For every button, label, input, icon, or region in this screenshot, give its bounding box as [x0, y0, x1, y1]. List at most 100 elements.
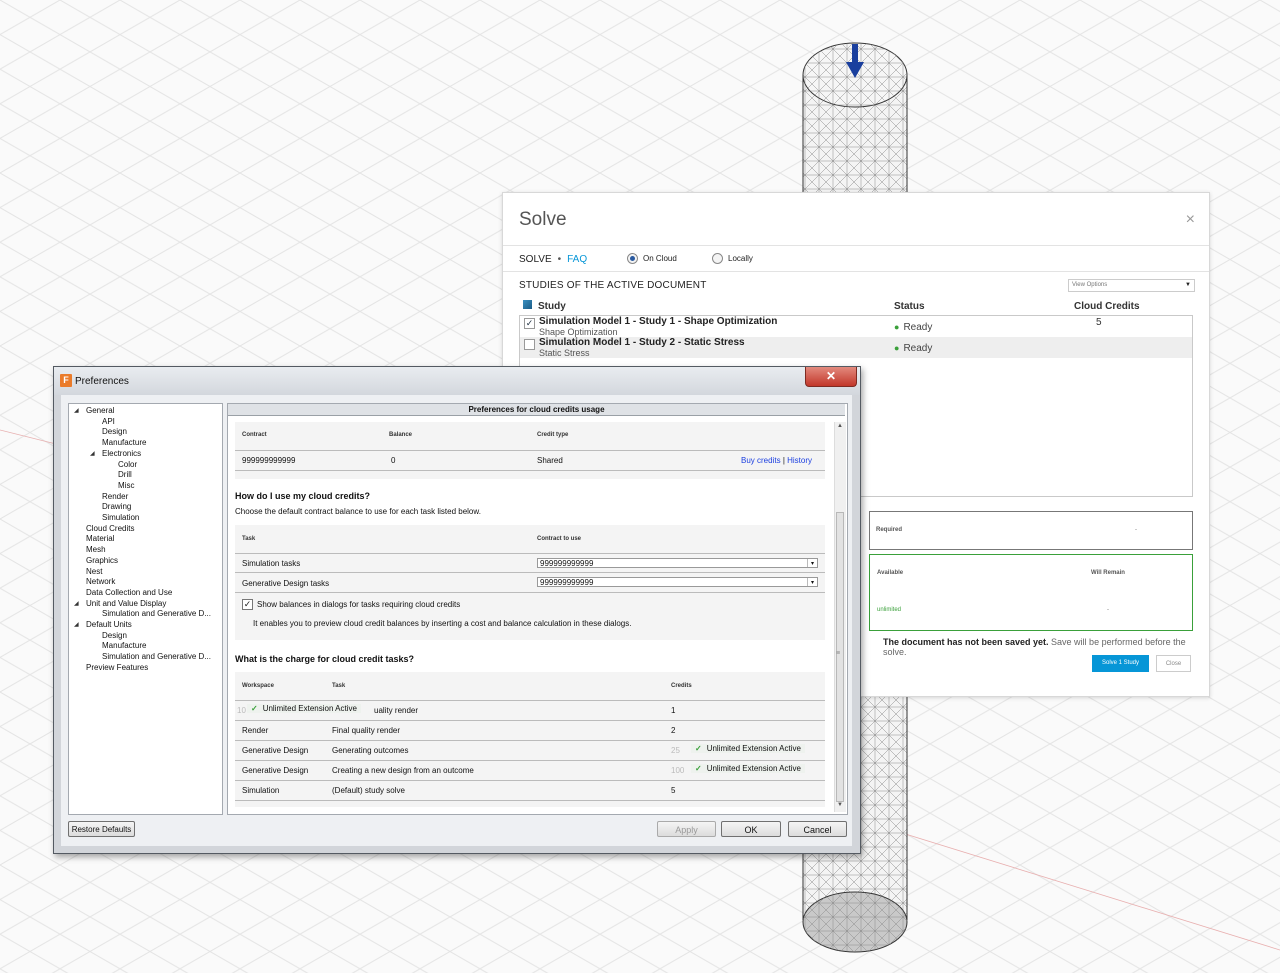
divider	[235, 740, 825, 741]
solve-title: Solve	[519, 209, 567, 230]
tree-item[interactable]: Misc	[118, 481, 134, 491]
scrollbar-thumb[interactable]	[836, 512, 844, 802]
check-icon: ✓	[251, 704, 258, 713]
tree-item[interactable]: Data Collection and Use	[86, 588, 172, 598]
divider	[235, 592, 825, 593]
study-name: Simulation Model 1 - Study 2 - Static St…	[539, 337, 745, 348]
contract-select[interactable]: 999999999999 ▾	[537, 558, 818, 568]
study-credits: 5	[1096, 317, 1102, 328]
radio-locally[interactable]: Locally	[712, 253, 753, 264]
dialog-body: ◢ General API Design Manufacture ◢ Electronics…	[61, 395, 852, 846]
expand-arrow-icon[interactable]: ◢	[90, 450, 95, 457]
charge-heading: What is the charge for cloud credit task…	[235, 654, 415, 664]
available-label: Available	[877, 570, 904, 576]
unlimited-badge: ✓ Unlimited Extension Active	[691, 744, 805, 753]
tree-item[interactable]: API	[102, 417, 115, 427]
status-dot-icon: ●	[894, 343, 900, 353]
history-link[interactable]: History	[787, 456, 812, 465]
dropdown-arrow-icon: ▾	[807, 559, 817, 567]
solve-tabs: SOLVE • FAQ	[519, 254, 587, 265]
will-remain-value: -	[1107, 607, 1109, 613]
tree-item[interactable]: Manufacture	[102, 438, 146, 448]
contract-select[interactable]: 999999999999 ▾	[537, 577, 818, 587]
status-dot-icon: ●	[894, 322, 900, 332]
buy-credits-link[interactable]: Buy credits	[741, 456, 781, 465]
tree-item[interactable]: Simulation and Generative D...	[102, 609, 211, 619]
tree-item[interactable]: Simulation and Generative D...	[102, 652, 211, 662]
tree-item[interactable]: Simulation	[102, 513, 139, 523]
expand-arrow-icon[interactable]: ◢	[74, 407, 79, 414]
radio-on-cloud-label: On Cloud	[643, 254, 677, 263]
tree-item[interactable]: Manufacture	[102, 641, 146, 651]
divider	[235, 700, 825, 701]
tree-item[interactable]: Render	[102, 492, 128, 502]
tree-item[interactable]: Design	[102, 427, 127, 437]
tree-item[interactable]: Material	[86, 534, 114, 544]
dropdown-arrow-icon: ▼	[1185, 282, 1191, 288]
view-options-select[interactable]: View Options ▼	[1068, 279, 1195, 292]
col-task: Task	[242, 536, 256, 542]
restore-defaults-button[interactable]: Restore Defaults	[68, 821, 135, 837]
tree-item[interactable]: Design	[102, 631, 127, 641]
workspace: Render	[242, 726, 269, 735]
credit-type: Shared	[537, 456, 563, 465]
col-balance: Balance	[389, 432, 413, 438]
dialog-titlebar[interactable]: F Preferences ✕	[54, 367, 860, 395]
study-row[interactable]: ✓ Simulation Model 1 - Study 1 - Shape O…	[520, 316, 1192, 337]
app-logo-icon: F	[60, 374, 72, 387]
task-contract-table: Task Contract to use Simulation tasks 99…	[235, 525, 825, 640]
contract-id: 999999999999	[242, 456, 296, 465]
show-balances-checkbox[interactable]: ✓	[242, 599, 253, 610]
tree-item[interactable]: Preview Features	[86, 663, 148, 673]
charge-table: Workspace Task Credits 10 ✓ Unlimited Ext…	[235, 672, 825, 807]
study-row[interactable]: Simulation Model 1 - Study 2 - Static St…	[520, 337, 1192, 358]
tree-item[interactable]: Color	[118, 460, 137, 470]
apply-button[interactable]: Apply	[657, 821, 716, 837]
tree-item[interactable]: Cloud Credits	[86, 524, 134, 534]
col-workspace: Workspace	[242, 683, 274, 689]
tree-item[interactable]: Mesh	[86, 545, 106, 555]
tree-item[interactable]: Default Units	[86, 620, 132, 630]
radio-unselected-icon	[712, 253, 723, 264]
tree-item[interactable]: Unit and Value Display	[86, 599, 166, 609]
solve-study-button[interactable]: Solve 1 Study	[1092, 655, 1149, 672]
study-checkbox[interactable]	[524, 339, 535, 350]
original-credits: 25	[671, 746, 680, 755]
tree-item[interactable]: Electronics	[102, 449, 141, 459]
charge-task: uality render	[374, 706, 419, 715]
divider	[235, 572, 825, 573]
divider	[235, 470, 825, 471]
radio-on-cloud[interactable]: On Cloud	[627, 253, 677, 264]
study-status: ● Ready	[894, 322, 933, 333]
ok-button[interactable]: OK	[721, 821, 781, 837]
unlimited-badge: ✓ Unlimited Extension Active	[247, 704, 361, 713]
required-label: Required	[876, 527, 903, 533]
tab-faq[interactable]: FAQ	[567, 254, 587, 265]
close-button[interactable]: Close	[1156, 655, 1191, 672]
cancel-button[interactable]: Cancel	[788, 821, 847, 837]
divider	[503, 271, 1209, 272]
tree-item[interactable]: Drawing	[102, 502, 131, 512]
tree-item[interactable]: Network	[86, 577, 115, 587]
show-balances-label: Show balances in dialogs for tasks requi…	[257, 600, 461, 609]
scroll-down-icon[interactable]: ▼	[837, 802, 843, 808]
expand-arrow-icon[interactable]: ◢	[74, 600, 79, 607]
study-checkbox[interactable]: ✓	[524, 318, 535, 329]
col-credit-type: Credit type	[537, 432, 569, 438]
study-name: Simulation Model 1 - Study 1 - Shape Opt…	[539, 316, 778, 327]
expand-arrow-icon[interactable]: ◢	[74, 621, 79, 628]
use-description: Choose the default contract balance to u…	[235, 507, 481, 516]
close-icon[interactable]: ✕	[805, 367, 857, 387]
close-icon[interactable]: ×	[1186, 211, 1195, 229]
tree-item[interactable]: Graphics	[86, 556, 118, 566]
tree-item[interactable]: General	[86, 406, 114, 416]
charge-task: (Default) study solve	[332, 786, 405, 795]
tree-item[interactable]: Nest	[86, 567, 102, 577]
view-options-label: View Options	[1072, 282, 1108, 288]
check-icon: ✓	[695, 744, 702, 753]
tab-solve[interactable]: SOLVE	[519, 254, 552, 265]
available-value: unlimited	[877, 607, 902, 613]
scrollbar[interactable]: ▲ ≡ ▼	[834, 422, 846, 812]
scroll-up-icon[interactable]: ▲	[837, 423, 843, 429]
tree-item[interactable]: Drill	[118, 470, 132, 480]
